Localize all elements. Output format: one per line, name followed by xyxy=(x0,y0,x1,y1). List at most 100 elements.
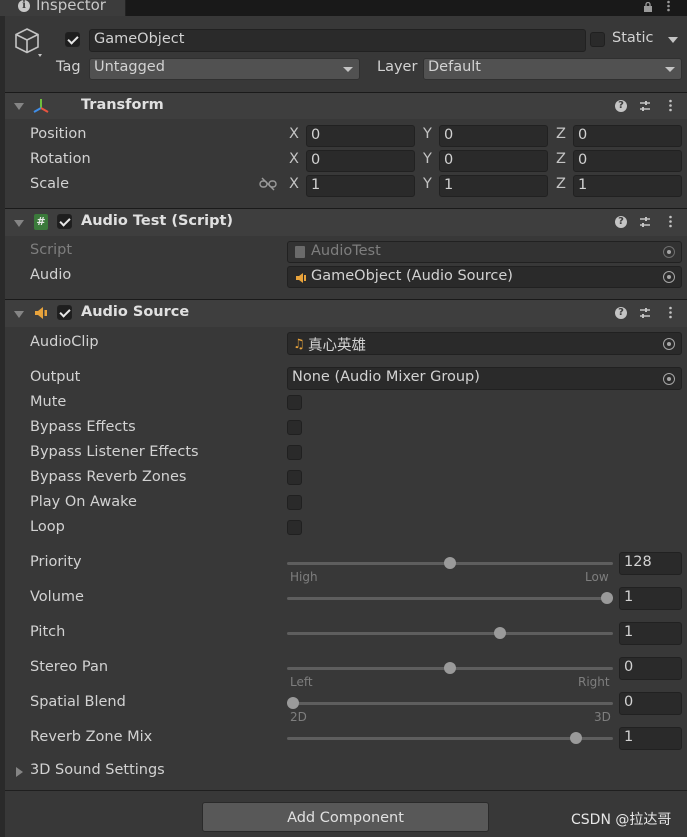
static-checkbox[interactable] xyxy=(590,32,605,47)
position-z-value: 0 xyxy=(578,127,588,143)
audio-test-header[interactable]: # Audio Test (Script) ? xyxy=(5,208,687,236)
axis-x-label: X xyxy=(289,151,299,167)
audio-source-icon xyxy=(295,272,307,284)
reverb-zone-mix-label: Reverb Zone Mix xyxy=(30,729,153,745)
audio-test-enabled-toggle[interactable] xyxy=(57,214,72,229)
spatial-blend-value-field[interactable]: 0 xyxy=(619,692,682,715)
audio-clip-icon: ♫ xyxy=(293,337,305,352)
gameobject-active-toggle[interactable] xyxy=(65,32,80,47)
help-icon[interactable]: ? xyxy=(615,307,627,319)
object-picker-icon[interactable] xyxy=(663,271,675,283)
play-on-awake-checkbox[interactable] xyxy=(287,495,302,510)
lock-icon[interactable] xyxy=(643,0,653,12)
stereo-pan-slider-thumb[interactable] xyxy=(444,662,456,674)
fold-down-icon[interactable] xyxy=(14,220,24,227)
transform-header[interactable]: Transform ? xyxy=(5,92,687,119)
volume-label: Volume xyxy=(30,589,84,605)
transform-scale-label: Scale xyxy=(30,176,70,192)
watermark: CSDN @拉达哥 xyxy=(571,812,672,828)
reverb-zone-mix-slider-thumb[interactable] xyxy=(569,732,582,744)
transform-icon xyxy=(32,97,50,115)
pitch-value: 1 xyxy=(624,624,634,640)
pitch-value-field[interactable]: 1 xyxy=(619,622,682,645)
constrain-proportions-icon[interactable] xyxy=(259,177,277,191)
axis-y-label: Y xyxy=(423,126,432,142)
position-x-field[interactable]: 0 xyxy=(306,125,415,147)
bypass-reverb-zones-checkbox[interactable] xyxy=(287,470,302,485)
position-z-field[interactable]: 0 xyxy=(573,125,682,147)
object-picker-icon[interactable] xyxy=(663,373,675,385)
audio-source-header[interactable]: Audio Source ? xyxy=(5,299,687,327)
volume-slider-track[interactable] xyxy=(287,597,613,600)
audio-source-enabled-toggle[interactable] xyxy=(57,305,72,320)
tab-inspector[interactable]: i Inspector xyxy=(0,0,126,16)
object-picker-icon[interactable] xyxy=(663,338,675,350)
spatial-blend-min-label: 2D xyxy=(290,710,307,724)
priority-value-field[interactable]: 128 xyxy=(619,552,682,575)
priority-slider-thumb[interactable] xyxy=(444,557,456,569)
rotation-y-value: 0 xyxy=(444,152,454,168)
3d-sound-settings-foldout[interactable]: 3D Sound Settings xyxy=(30,762,165,778)
gameobject-name-field[interactable]: GameObject xyxy=(89,29,586,52)
add-component-label: Add Component xyxy=(287,810,404,826)
bypass-effects-checkbox[interactable] xyxy=(287,420,302,435)
audioclip-field[interactable]: ♫ 真心英雄 xyxy=(287,332,682,355)
help-icon[interactable]: ? xyxy=(615,216,627,228)
scale-z-field[interactable]: 1 xyxy=(573,175,682,197)
help-icon[interactable]: ? xyxy=(615,100,627,112)
axis-z-label: Z xyxy=(556,151,566,167)
context-menu-icon[interactable] xyxy=(669,99,672,112)
scale-y-field[interactable]: 1 xyxy=(439,175,548,197)
mute-checkbox[interactable] xyxy=(287,395,302,410)
gameobject-icon[interactable] xyxy=(14,27,42,57)
stereo-pan-max-label: Right xyxy=(578,675,610,689)
left-gutter xyxy=(0,16,5,837)
tag-label: Tag xyxy=(56,59,81,75)
pitch-slider-thumb[interactable] xyxy=(494,627,507,639)
pitch-slider-track[interactable] xyxy=(287,632,613,635)
fold-down-icon[interactable] xyxy=(14,311,24,318)
transform-title: Transform xyxy=(81,97,164,113)
stereo-pan-min-label: Left xyxy=(290,675,313,689)
reverb-zone-mix-slider-track[interactable] xyxy=(287,737,613,740)
volume-value-field[interactable]: 1 xyxy=(619,587,682,610)
spatial-blend-slider-thumb[interactable] xyxy=(287,697,299,709)
presets-icon[interactable] xyxy=(639,307,651,319)
presets-icon[interactable] xyxy=(639,216,651,228)
loop-checkbox[interactable] xyxy=(287,520,302,535)
rotation-x-field[interactable]: 0 xyxy=(306,150,415,172)
info-icon: i xyxy=(18,0,30,12)
tag-dropdown[interactable]: Untagged xyxy=(89,58,360,80)
fold-down-icon[interactable] xyxy=(14,103,24,110)
rotation-z-field[interactable]: 0 xyxy=(573,150,682,172)
position-y-field[interactable]: 0 xyxy=(439,125,548,147)
axis-y-label: Y xyxy=(423,151,432,167)
audioclip-label: AudioClip xyxy=(30,334,99,350)
static-dropdown-icon[interactable] xyxy=(668,37,678,43)
priority-max-label: Low xyxy=(585,570,609,584)
tab-title: Inspector xyxy=(36,0,106,14)
presets-icon[interactable] xyxy=(639,100,651,112)
audio-test-title: Audio Test (Script) xyxy=(81,213,234,229)
tab-menu-icon[interactable] xyxy=(667,0,670,12)
bypass-listener-effects-checkbox[interactable] xyxy=(287,445,302,460)
rotation-x-value: 0 xyxy=(311,152,321,168)
scale-x-field[interactable]: 1 xyxy=(306,175,415,197)
context-menu-icon[interactable] xyxy=(669,215,672,228)
script-value: AudioTest xyxy=(311,243,381,259)
volume-slider-thumb[interactable] xyxy=(601,592,613,604)
stereo-pan-value-field[interactable]: 0 xyxy=(619,657,682,680)
layer-label: Layer xyxy=(377,59,418,75)
add-component-button[interactable]: Add Component xyxy=(202,802,489,832)
reverb-zone-mix-value-field[interactable]: 1 xyxy=(619,727,682,750)
spatial-blend-label: Spatial Blend xyxy=(30,694,126,710)
output-field[interactable]: None (Audio Mixer Group) xyxy=(287,367,682,390)
fold-right-icon[interactable] xyxy=(16,767,23,777)
spatial-blend-slider-track[interactable] xyxy=(287,702,613,705)
rotation-y-field[interactable]: 0 xyxy=(439,150,548,172)
static-label: Static xyxy=(612,30,654,46)
layer-dropdown[interactable]: Default xyxy=(423,58,682,80)
audio-field[interactable]: GameObject (Audio Source) xyxy=(287,266,682,288)
script-field: AudioTest xyxy=(287,241,682,263)
context-menu-icon[interactable] xyxy=(669,306,672,319)
